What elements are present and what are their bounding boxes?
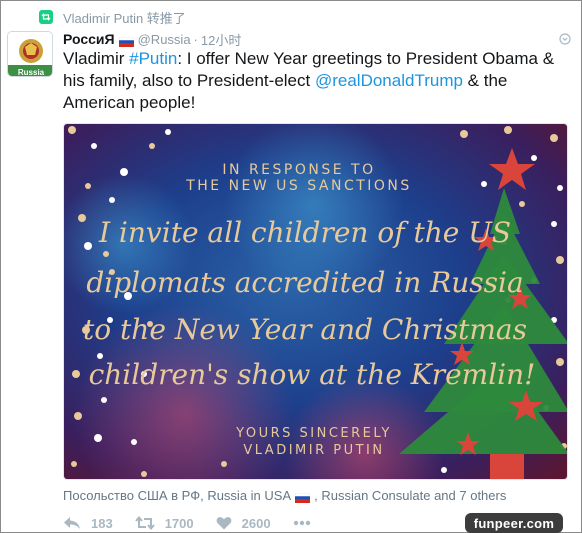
like-button[interactable]: 2600 — [216, 516, 271, 531]
image-headline-line2: THE NEW US SANCTIONS — [185, 178, 412, 194]
tweet-actions: 183 1700 2600 — [63, 513, 343, 533]
tweet-text: Vladimir #Putin: I offer New Year greeti… — [63, 48, 568, 114]
image-invite-line2: diplomats accredited in Russia — [86, 266, 523, 299]
image-signature-line1: YOURS SINCERELY — [235, 426, 392, 441]
separator-dot: · — [193, 31, 198, 47]
russia-flag-icon — [294, 491, 311, 503]
image-invite-line1: I invite all children of the US — [98, 216, 511, 249]
author-handle[interactable]: @Russia — [138, 32, 191, 47]
like-count: 2600 — [241, 515, 271, 531]
tweet-image[interactable]: IN RESPONSE TO THE NEW US SANCTIONS I in… — [63, 123, 568, 480]
mention-link[interactable]: @realDonaldTrump — [315, 71, 463, 90]
heart-icon — [216, 517, 231, 530]
hashtag-link[interactable]: #Putin — [129, 49, 177, 68]
tweet-header: РоссиЯ @Russia · 12小时 — [63, 30, 241, 49]
chevron-down-icon[interactable] — [559, 32, 571, 45]
image-invite-line4: children's show at the Kremlin! — [89, 358, 536, 391]
reply-button[interactable]: 183 — [63, 516, 113, 531]
image-invite-line3: to the New Year and Christmas — [83, 313, 527, 346]
reply-count: 183 — [91, 515, 113, 531]
tweet-text-part: Vladimir — [63, 49, 130, 68]
watermark-label: funpeer.com — [465, 513, 563, 533]
retweet-icon — [134, 516, 155, 530]
retweeted-by-text[interactable]: Vladimir Putin 转推了 — [63, 8, 186, 27]
image-headline-line1: IN RESPONSE TO — [222, 162, 375, 178]
more-dots-icon — [293, 520, 310, 526]
tweet-timestamp[interactable]: 12小时 — [201, 30, 241, 49]
mentioned-accounts[interactable]: Посольство США в РФ, Russia in USA , Rus… — [63, 488, 506, 503]
retweet-icon — [39, 10, 53, 24]
image-signature-line2: VLADIMIR PUTIN — [243, 443, 384, 458]
russia-flag-icon — [118, 34, 134, 47]
mentions-text-part1: Посольство США в РФ, Russia in USA — [63, 488, 292, 503]
tweet-card: Vladimir Putin 转推了 Russia РоссиЯ @Russia… — [0, 0, 582, 533]
avatar-label: Russia — [18, 68, 45, 77]
reply-icon — [64, 517, 80, 529]
mentions-text-part2: , Russian Consulate and 7 others — [314, 488, 507, 503]
avatar[interactable]: Russia — [7, 31, 53, 77]
author-name[interactable]: РоссиЯ — [63, 31, 115, 47]
more-button[interactable] — [293, 520, 321, 526]
retweet-button[interactable]: 1700 — [134, 515, 194, 531]
retweet-context: Vladimir Putin 转推了 — [39, 8, 186, 27]
retweet-count: 1700 — [164, 515, 194, 531]
